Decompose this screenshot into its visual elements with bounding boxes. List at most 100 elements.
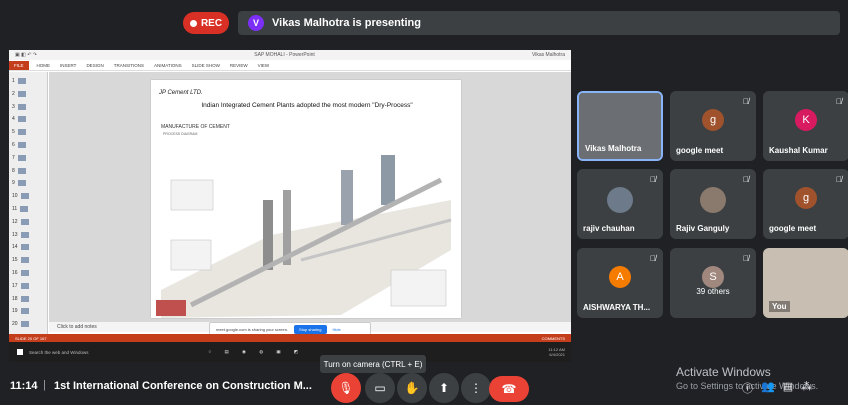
slide-thumbnail[interactable]: 19 [12, 306, 44, 316]
taskbar-apps-icon[interactable]: ○ ▤ ◉ ◍ ▣ ◩ [209, 349, 305, 355]
slide-preview-icon [17, 180, 26, 187]
windows-start-icon[interactable] [17, 349, 23, 355]
slide-thumbnail[interactable]: 12 [12, 217, 44, 227]
participant-tile[interactable]: 🎙̸ rajiv chauhan [577, 169, 663, 239]
ribbon-tab-slideshow[interactable]: SLIDE SHOW [192, 63, 220, 68]
participant-avatar: S [702, 266, 724, 288]
ribbon-tab-review[interactable]: REVIEW [230, 63, 248, 68]
slide-logo: JP Cement LTD. [159, 90, 203, 96]
slide-thumbnail[interactable]: 9 [12, 178, 44, 188]
slide-number: 1 [12, 78, 15, 84]
slide-thumbnail[interactable]: 8 [12, 166, 44, 176]
participant-tile[interactable]: 🎙̸ g google meet [670, 91, 756, 161]
mic-muted-icon: 🎙̸ [743, 254, 749, 263]
ppt-status-bar: SLIDE 20 OF 167 COMMENTS [9, 334, 571, 342]
slide-preview-icon [20, 321, 29, 328]
slide-number: 2 [12, 90, 15, 97]
slide-number: 15 [12, 257, 18, 264]
more-icon: ⋮ [470, 381, 482, 395]
camera-toggle-button[interactable]: ▭ [365, 373, 395, 403]
participant-tile[interactable]: You [763, 248, 848, 318]
slide-thumbnail[interactable]: 3 [12, 102, 44, 112]
mic-muted-icon: 🎙̸ [650, 175, 656, 184]
slide-preview-icon [17, 90, 26, 97]
rec-label: REC [200, 17, 223, 29]
right-controls: ⓘ 👥 ▤ ⁂ [742, 380, 812, 396]
participant-tile[interactable]: 🎙̸ A AISHWARYA TH... [577, 248, 663, 318]
slide-preview-icon [20, 218, 29, 225]
comments-label[interactable]: COMMENTS [542, 336, 565, 341]
ribbon-tab-animations[interactable]: ANIMATIONS [154, 63, 182, 68]
activities-icon[interactable]: ⁂ [801, 380, 812, 396]
ribbon-tab-home[interactable]: HOME [37, 63, 51, 68]
hand-icon: ✋ [404, 381, 420, 395]
slide-number: 4 [12, 116, 15, 123]
ribbon-tab-transitions[interactable]: TRANSITIONS [114, 63, 144, 68]
ppt-window-title: SAP MOHALI - PowerPoint [254, 52, 315, 58]
slide-number: 10 [12, 193, 18, 200]
present-button[interactable]: ⬆ [429, 373, 459, 403]
people-icon[interactable]: 👥 [761, 380, 775, 396]
raise-hand-button[interactable]: ✋ [397, 373, 427, 403]
slide-thumbnail[interactable]: 4 [12, 114, 44, 124]
participant-tile[interactable]: 🎙̸ Rajiv Ganguly [670, 169, 756, 239]
info-icon[interactable]: ⓘ [742, 380, 753, 396]
slide-thumbnail[interactable]: 20 [12, 319, 44, 329]
slide-thumbnail[interactable]: 13 [12, 230, 44, 240]
hide-banner-button[interactable]: Hide [333, 327, 341, 332]
slide-editor: JP Cement LTD. Indian Integrated Cement … [49, 72, 571, 322]
participant-tile[interactable]: 🎙̸ S 39 others [670, 248, 756, 318]
slide-number: 9 [12, 180, 15, 187]
slide-thumbnail[interactable]: 6 [12, 140, 44, 150]
slide-thumbnail[interactable]: 2 [12, 89, 44, 99]
slide-number: 5 [12, 129, 15, 136]
slide-thumbnail[interactable]: 10 [12, 191, 44, 201]
recording-badge: REC [183, 12, 229, 34]
mic-toggle-button[interactable]: 🎙 [331, 373, 361, 403]
ribbon-tab-design[interactable]: DESIGN [86, 63, 103, 68]
slide-thumbnail[interactable]: 16 [12, 268, 44, 278]
slide-preview-icon [20, 193, 29, 200]
participant-name: You [769, 301, 790, 312]
ribbon-tab-file[interactable]: FILE [9, 60, 29, 70]
ribbon-tab-view[interactable]: VIEW [258, 63, 270, 68]
slide-preview-icon [20, 257, 29, 264]
participant-avatar [607, 187, 633, 213]
participant-name: AISHWARYA TH... [583, 303, 651, 312]
meeting-clock: 11:14 [10, 380, 38, 392]
slide-number: 20 [12, 321, 18, 328]
mic-muted-icon: 🎙̸ [650, 254, 656, 263]
slide-preview-icon [20, 206, 29, 212]
ppt-quick-access: ▣ ◧ ↶ ↷ [15, 52, 37, 58]
chat-icon[interactable]: ▤ [783, 380, 793, 396]
mic-muted-icon: 🎙̸ [743, 175, 749, 184]
stop-sharing-button[interactable]: Stop sharing [294, 324, 327, 334]
leave-call-button[interactable]: ☎ [489, 376, 529, 402]
slide-number: 19 [12, 308, 18, 315]
slide-thumbnail[interactable]: 7 [12, 153, 44, 163]
slide-thumbnail[interactable]: 14 [12, 242, 44, 252]
slide-thumbnail[interactable]: 5 [12, 127, 44, 137]
participant-name: google meet [769, 224, 817, 233]
participant-name: Vikas Malhotra [585, 144, 642, 153]
ribbon-tab-insert[interactable]: INSERT [60, 63, 76, 68]
participant-tile[interactable]: Vikas Malhotra [577, 91, 663, 161]
slide-thumbnail[interactable]: 1 [12, 76, 44, 86]
slide-thumbnail[interactable]: 17 [12, 281, 44, 291]
windows-taskbar: Search the web and Windows ○ ▤ ◉ ◍ ▣ ◩ 1… [9, 342, 571, 362]
taskbar-search[interactable]: Search the web and Windows [29, 350, 89, 355]
slide-number: 12 [12, 218, 18, 225]
slide-number: 3 [12, 103, 15, 110]
current-slide: JP Cement LTD. Indian Integrated Cement … [151, 80, 461, 318]
camera-icon: ▭ [374, 381, 386, 395]
present-icon: ⬆ [438, 381, 450, 395]
slide-preview-icon [20, 231, 29, 238]
participant-tile[interactable]: 🎙̸ K Kaushal Kumar [763, 91, 848, 161]
shared-screen[interactable]: ▣ ◧ ↶ ↷ SAP MOHALI - PowerPoint Vikas Ma… [9, 50, 571, 362]
slide-thumbnail[interactable]: 15 [12, 255, 44, 265]
slide-thumbnail[interactable]: 18 [12, 294, 44, 304]
presenter-avatar: V [248, 15, 264, 31]
more-options-button[interactable]: ⋮ [461, 373, 491, 403]
participant-tile[interactable]: 🎙̸ g google meet [763, 169, 848, 239]
slide-thumbnail[interactable]: 11 [12, 204, 44, 214]
